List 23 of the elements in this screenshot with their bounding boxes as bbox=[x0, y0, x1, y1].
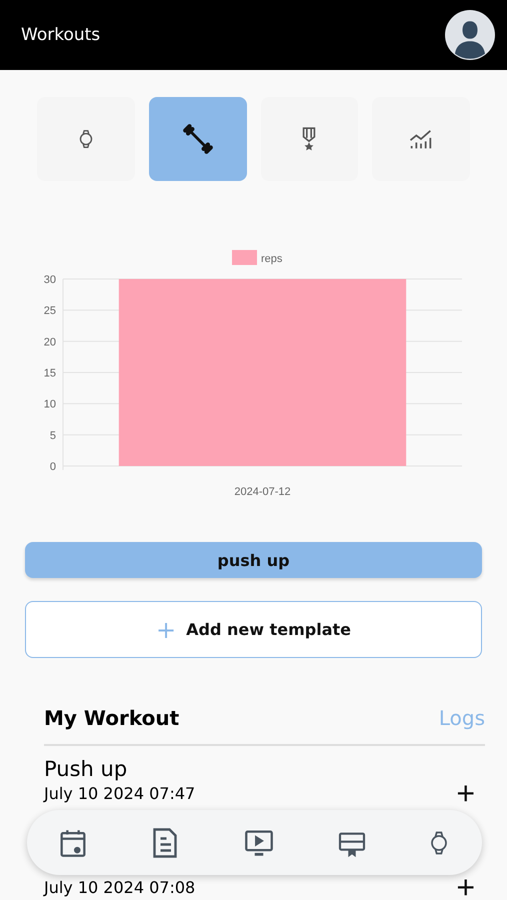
axis-label: 30 bbox=[44, 274, 56, 286]
axis-label: 5 bbox=[50, 430, 56, 442]
tab[interactable] bbox=[148, 97, 246, 181]
plus-icon: + bbox=[156, 616, 176, 644]
workout-date: July 10 2024 07:47 bbox=[44, 784, 196, 804]
section-title: My Workout bbox=[44, 706, 180, 730]
app-title: Workouts bbox=[21, 25, 100, 45]
avatar-icon[interactable] bbox=[445, 10, 495, 60]
workout-name: Push up bbox=[44, 756, 128, 783]
add-button[interactable]: + bbox=[446, 782, 485, 804]
add-button[interactable]: + bbox=[446, 876, 485, 898]
workout-date: July 10 2024 07:08 bbox=[44, 878, 196, 898]
template-button[interactable]: push up bbox=[25, 542, 482, 578]
legend-swatch bbox=[232, 250, 257, 265]
axis-label: 0 bbox=[50, 461, 56, 473]
axis-label: 10 bbox=[44, 398, 56, 411]
axis-label: 25 bbox=[44, 305, 56, 318]
axis-label: 2024-07-12 bbox=[234, 486, 291, 498]
add-template-button[interactable]: + Add new template bbox=[25, 601, 482, 658]
dumbbell-icon bbox=[180, 122, 215, 156]
legend-label: reps bbox=[261, 253, 282, 265]
axis-label: 20 bbox=[44, 336, 56, 348]
axis-label: 15 bbox=[44, 368, 56, 380]
